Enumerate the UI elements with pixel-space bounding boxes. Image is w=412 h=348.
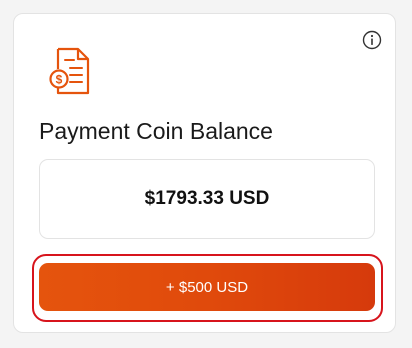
svg-text:$: $: [56, 73, 63, 87]
balance-card: $ Payment Coin Balance $1793.33 USD + $5…: [13, 13, 396, 333]
invoice-document-icon: $: [49, 47, 90, 95]
add-funds-button[interactable]: + $500 USD: [39, 263, 375, 311]
balance-amount: $1793.33 USD: [144, 188, 270, 209]
info-icon[interactable]: [362, 30, 382, 50]
balance-display: $1793.33 USD: [39, 159, 375, 239]
card-title: Payment Coin Balance: [39, 118, 273, 144]
